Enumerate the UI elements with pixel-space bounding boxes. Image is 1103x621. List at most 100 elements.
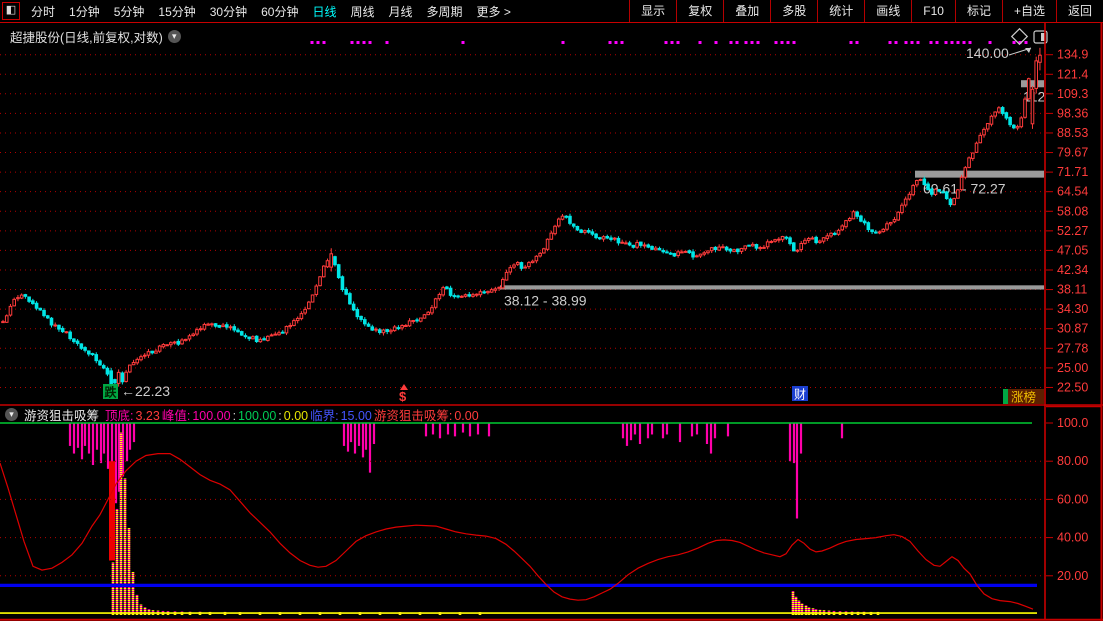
candle	[520, 263, 523, 269]
chart-canvas[interactable]: 134.9121.4109.398.3688.5379.6771.7164.54…	[0, 0, 1103, 621]
hang-bar	[92, 423, 94, 465]
event-dot	[671, 41, 674, 44]
event-dot	[715, 41, 718, 44]
candle	[28, 297, 31, 301]
candle	[2, 322, 5, 323]
candle	[50, 318, 53, 325]
price-tick-label: 34.30	[1057, 302, 1088, 316]
price-tick-label: 47.05	[1057, 243, 1088, 257]
candle	[315, 286, 318, 294]
candle	[636, 243, 639, 248]
candle	[710, 248, 713, 251]
candle	[378, 330, 381, 333]
event-dot	[369, 41, 372, 44]
candle	[1031, 89, 1034, 124]
candle	[121, 373, 124, 382]
candle	[304, 309, 307, 313]
candle	[554, 226, 557, 233]
candle	[576, 226, 579, 229]
gap-zone	[500, 285, 1046, 289]
candle	[897, 212, 900, 220]
event-dot	[895, 41, 898, 44]
candle	[259, 339, 262, 341]
candle	[871, 230, 874, 232]
candle	[572, 224, 575, 226]
gap-zone	[915, 171, 1046, 178]
red-column	[109, 461, 115, 560]
candle	[617, 238, 620, 242]
candle	[796, 250, 799, 251]
candle	[830, 233, 833, 236]
candle	[822, 238, 825, 241]
hang-bar	[679, 423, 681, 442]
candle	[132, 363, 135, 365]
candle	[960, 177, 963, 189]
candle	[964, 168, 967, 178]
candle	[472, 295, 475, 297]
rise-bar	[812, 608, 815, 615]
candle	[483, 292, 486, 293]
candle	[423, 315, 426, 318]
candle	[886, 224, 889, 229]
candle	[293, 321, 296, 326]
candle	[184, 339, 187, 340]
candle	[233, 327, 236, 330]
event-dot	[730, 41, 733, 44]
candle	[460, 296, 463, 297]
candle	[1016, 127, 1019, 128]
rise-bar	[112, 562, 115, 615]
candle	[158, 346, 161, 351]
candle	[889, 222, 892, 223]
candle	[934, 189, 937, 194]
candle	[129, 365, 132, 372]
candle	[998, 108, 1001, 112]
candle	[91, 354, 94, 355]
hang-bar	[630, 423, 632, 440]
hang-bar	[129, 423, 131, 450]
candle	[61, 328, 64, 331]
candle	[143, 355, 146, 356]
candle	[666, 252, 669, 253]
candle	[722, 247, 725, 248]
event-dot	[957, 41, 960, 44]
event-dot	[462, 41, 465, 44]
event-dot	[969, 41, 972, 44]
candle	[751, 244, 754, 245]
candle	[502, 280, 505, 288]
candle	[289, 325, 292, 326]
price-tick-label: 22.50	[1057, 380, 1088, 394]
candle	[819, 241, 822, 242]
trading-app-window: ◧ 分时1分钟5分钟15分钟30分钟60分钟日线周线月线多周期更多 > 显示复权…	[0, 0, 1103, 621]
candle	[792, 243, 795, 251]
candle	[207, 324, 210, 325]
high-price-label: 140.00	[966, 45, 1009, 61]
hang-bar	[126, 423, 128, 461]
hang-bar	[103, 423, 105, 454]
event-dot	[951, 41, 954, 44]
candle	[43, 311, 46, 316]
candle	[826, 236, 829, 239]
candle	[229, 327, 232, 328]
candle	[755, 245, 758, 249]
hang-bar	[432, 423, 434, 434]
hang-bar	[107, 423, 109, 469]
candle	[494, 289, 497, 290]
hang-bar	[84, 423, 86, 446]
hang-bar	[841, 423, 843, 438]
candle	[87, 351, 90, 354]
candle	[188, 336, 191, 339]
candle	[65, 332, 68, 333]
candle	[334, 257, 337, 265]
gap-zone	[1021, 80, 1046, 87]
rise-bar	[148, 609, 151, 615]
event-dot	[351, 41, 354, 44]
rise-bar	[815, 609, 818, 615]
event-dot	[787, 41, 790, 44]
candle	[673, 254, 676, 256]
candle	[244, 336, 247, 337]
candle	[211, 324, 214, 325]
candle	[281, 332, 284, 333]
candle	[1001, 108, 1004, 114]
candle	[498, 287, 501, 288]
event-dot	[1013, 41, 1016, 44]
